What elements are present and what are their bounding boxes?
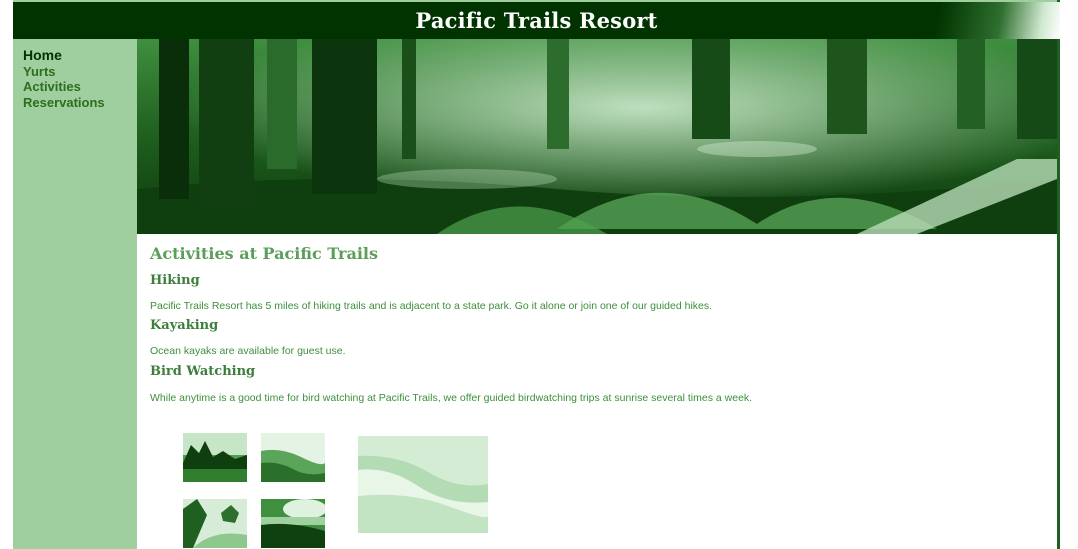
nav-item-home[interactable]: Home [23,47,137,64]
bird-watching-text: While anytime is a good time for bird wa… [150,392,753,404]
kayaking-heading: Kayaking [150,318,219,333]
coast-thumbnail-3[interactable] [183,499,247,548]
bird-watching-heading: Bird Watching [150,364,256,379]
nav-item-activities[interactable]: Activities [23,79,137,95]
coast-large-photo [358,436,488,533]
hero-forest-image [137,39,1057,234]
coast-thumbnail-4[interactable] [261,499,325,548]
site-title: Pacific Trails Resort [415,8,658,33]
nav-list: Home Yurts Activities Reservations [13,39,137,110]
coast-thumbnail-2[interactable] [261,433,325,482]
kayaking-text: Ocean kayaks are available for guest use… [150,345,346,357]
main-content: Activities at Pacific Trails Hiking Paci… [137,39,1057,549]
content-area: Activities at Pacific Trails Hiking Paci… [137,244,1057,406]
page-wrapper: Pacific Trails Resort Home Yurts Activit… [13,0,1060,549]
nav-item-yurts[interactable]: Yurts [23,64,137,80]
site-header: Pacific Trails Resort [13,2,1060,39]
hiking-heading: Hiking [150,273,200,288]
page-title: Activities at Pacific Trails [150,244,378,263]
main-nav: Home Yurts Activities Reservations [13,39,137,549]
hiking-text: Pacific Trails Resort has 5 miles of hik… [150,300,713,312]
nav-item-reservations[interactable]: Reservations [23,95,137,111]
coast-thumbnail-1[interactable] [183,433,247,482]
